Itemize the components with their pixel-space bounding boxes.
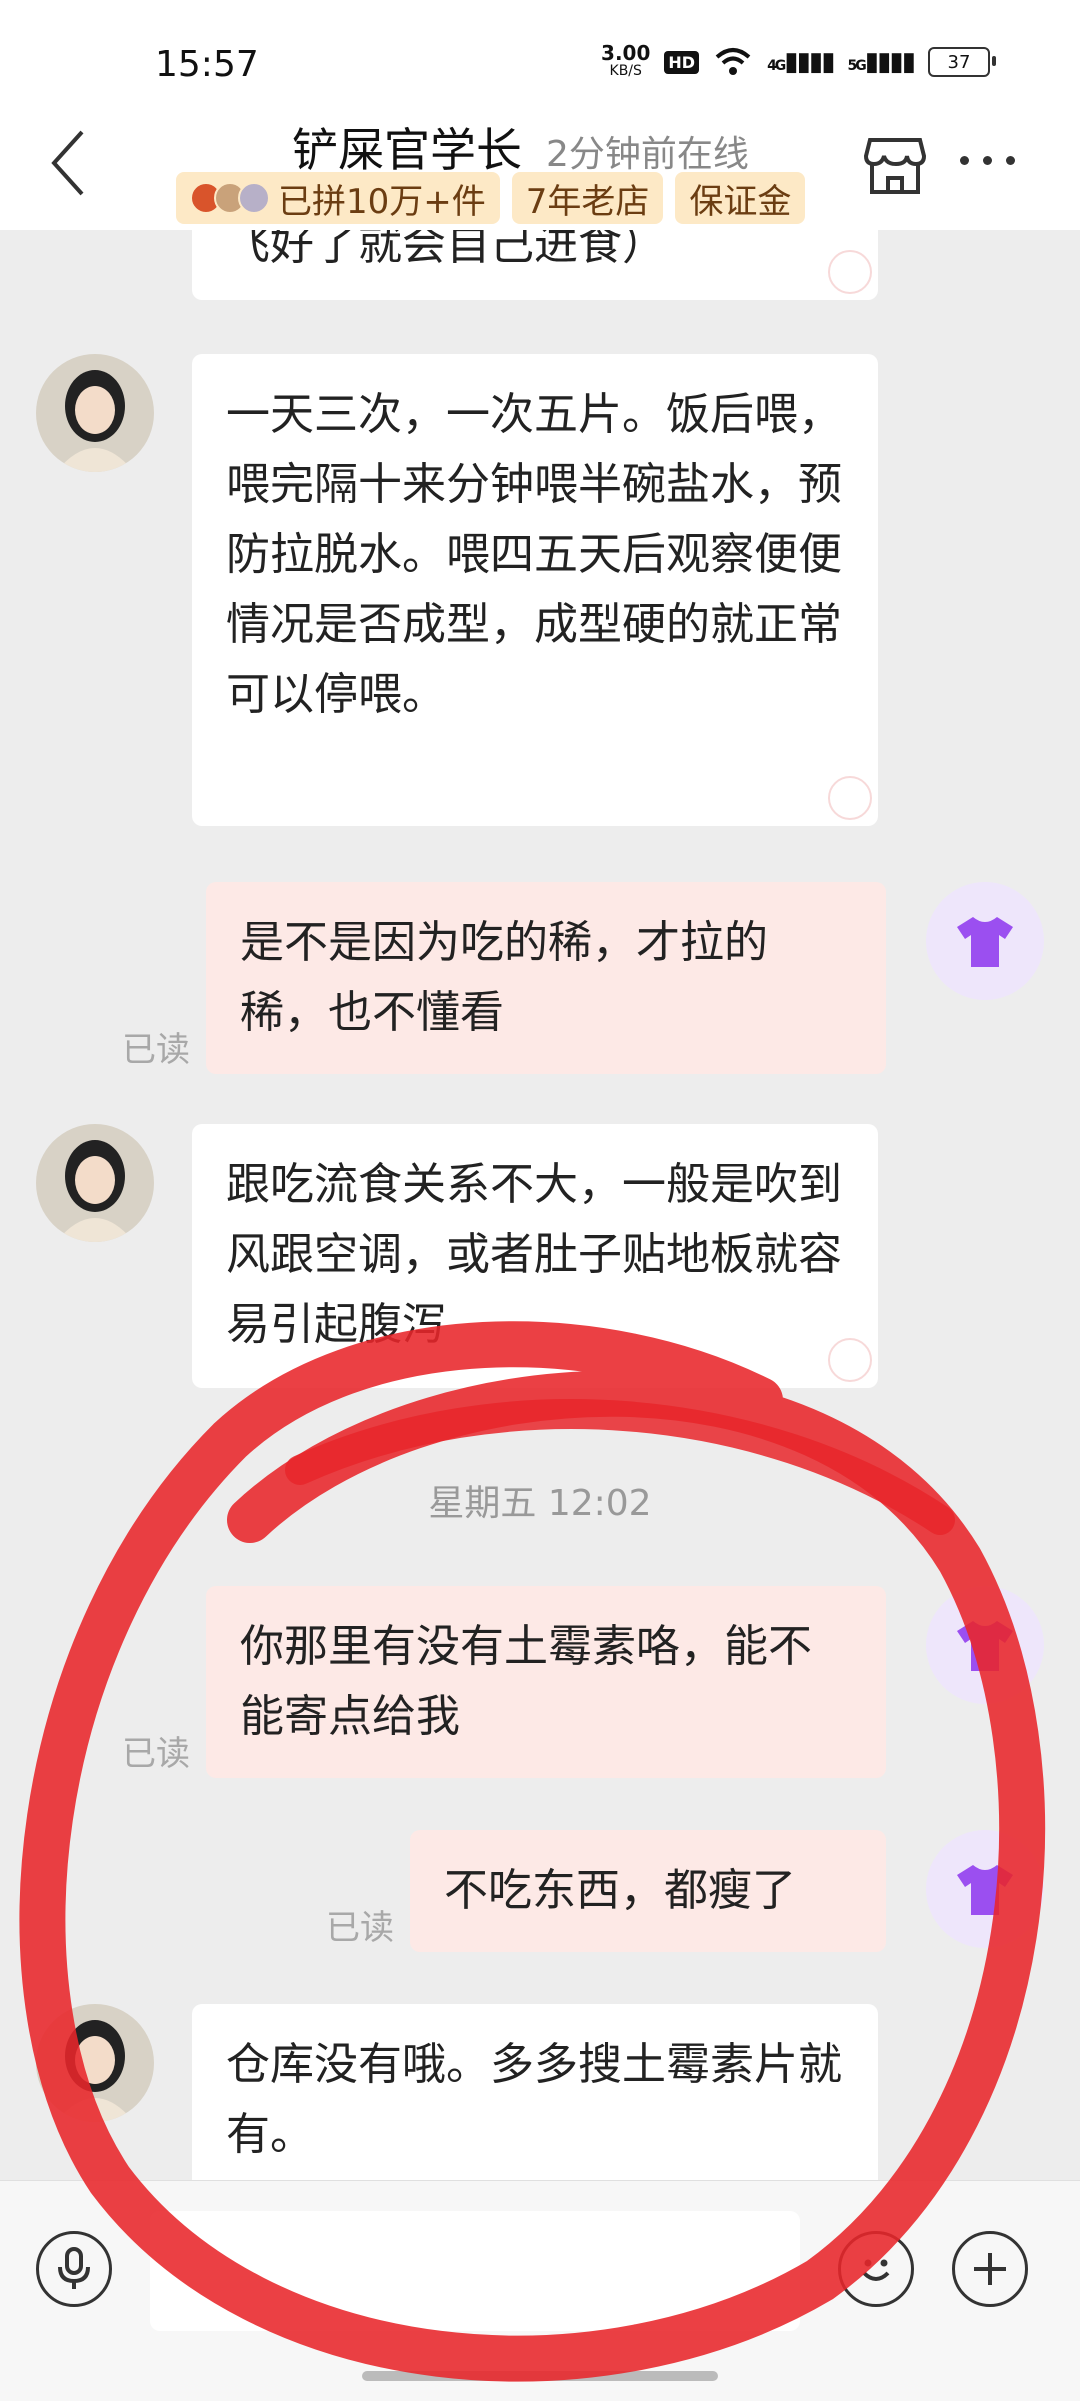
message-bubble-user[interactable]: 是不是因为吃的稀，才拉的稀，也不懂看 bbox=[206, 882, 886, 1074]
badge-deposit-label: 保证金 bbox=[689, 181, 792, 222]
message-input[interactable] bbox=[150, 2211, 800, 2331]
badge-sales-label: 已拼10万+件 bbox=[278, 181, 486, 222]
chat-area: 飞好了就会自己进食） 一天三次，一次五片。饭后喂，喂完隔十来分钟喂半碗盐水，预防… bbox=[0, 230, 1080, 2180]
chat-header: 铲屎官学长 2分钟前在线 已拼10万+件 7年老店 保证金 bbox=[0, 100, 1080, 230]
shop-badges: 已拼10万+件 7年老店 保证金 bbox=[176, 172, 806, 224]
message-bubble-seller[interactable]: 一天三次，一次五片。饭后喂，喂完隔十来分钟喂半碗盐水，预防拉脱水。喂四五天后观察… bbox=[192, 354, 878, 826]
message-text: 不吃东西，都瘦了 bbox=[444, 1865, 796, 1916]
seller-avatar[interactable] bbox=[36, 2004, 154, 2122]
read-receipt: 已读 bbox=[326, 1908, 394, 1948]
smiley-icon bbox=[862, 2259, 890, 2281]
chevron-left-icon bbox=[51, 130, 84, 196]
user-avatar[interactable] bbox=[926, 1830, 1044, 1948]
network-speed: 3.00 KB/S bbox=[601, 41, 651, 80]
more-menu-icon[interactable] bbox=[960, 156, 1015, 165]
microphone-icon bbox=[58, 2247, 90, 2289]
buyer-avatars bbox=[190, 182, 270, 214]
tshirt-icon bbox=[957, 917, 1013, 967]
badge-sales: 已拼10万+件 bbox=[176, 172, 500, 224]
message-bubble-seller[interactable]: 仓库没有哦。多多搜土霉素片就有。 bbox=[192, 2004, 878, 2180]
chat-timestamp: 星期五 12:02 bbox=[428, 1483, 652, 1524]
shop-name[interactable]: 铲屎官学长 bbox=[292, 114, 522, 180]
battery-icon: 37 bbox=[928, 47, 996, 77]
message-text: 你那里有没有土霉素咯，能不能寄点给我 bbox=[240, 1621, 812, 1742]
wifi-icon bbox=[715, 48, 751, 75]
message-text: 仓库没有哦。多多搜土霉素片就有。 bbox=[226, 2039, 842, 2160]
store-icon[interactable] bbox=[860, 130, 930, 200]
network-speed-unit: KB/S bbox=[609, 63, 642, 79]
status-time: 15:57 bbox=[155, 44, 259, 85]
signal-5g-icon: 5G▮▮▮▮ bbox=[847, 47, 916, 77]
message-text: 一天三次，一次五片。饭后喂，喂完隔十来分钟喂半碗盐水，预防拉脱水。喂四五天后观察… bbox=[226, 389, 842, 720]
read-receipt: 已读 bbox=[122, 1734, 190, 1774]
message-bubble-partial[interactable]: 飞好了就会自己进食） bbox=[192, 230, 878, 300]
plus-icon bbox=[974, 2253, 1006, 2285]
badge-deposit: 保证金 bbox=[675, 172, 806, 224]
more-actions-button[interactable] bbox=[952, 2231, 1028, 2307]
message-text: 飞好了就会自己进食） bbox=[226, 230, 666, 270]
badge-years-label: 7年老店 bbox=[525, 181, 650, 222]
message-text: 是不是因为吃的稀，才拉的稀，也不懂看 bbox=[240, 917, 768, 1038]
back-button[interactable] bbox=[38, 128, 98, 198]
tshirt-icon bbox=[957, 1865, 1013, 1915]
title-row: 铲屎官学长 2分钟前在线 bbox=[292, 114, 749, 180]
input-bar bbox=[0, 2180, 1080, 2401]
user-avatar[interactable] bbox=[926, 1586, 1044, 1704]
badge-years: 7年老店 bbox=[511, 172, 664, 224]
seller-avatar[interactable] bbox=[36, 354, 154, 472]
home-indicator[interactable] bbox=[362, 2371, 718, 2381]
message-bubble-user[interactable]: 你那里有没有土霉素咯，能不能寄点给我 bbox=[206, 1586, 886, 1778]
message-text: 跟吃流食关系不大，一般是吹到风跟空调，或者肚子贴地板就容易引起腹泻 bbox=[226, 1159, 842, 1350]
message-bubble-user[interactable]: 不吃东西，都瘦了 bbox=[410, 1830, 886, 1952]
pinduoduo-stamp-icon bbox=[828, 1338, 872, 1382]
online-status: 2分钟前在线 bbox=[546, 134, 749, 175]
seller-avatar[interactable] bbox=[36, 1124, 154, 1242]
emoji-button[interactable] bbox=[838, 2231, 914, 2307]
tshirt-icon bbox=[957, 1621, 1013, 1671]
pinduoduo-stamp-icon bbox=[828, 250, 872, 294]
voice-button[interactable] bbox=[36, 2231, 112, 2307]
read-receipt: 已读 bbox=[122, 1030, 190, 1070]
signal-4g-icon: 4G▮▮▮▮ bbox=[767, 47, 835, 77]
message-bubble-seller[interactable]: 跟吃流食关系不大，一般是吹到风跟空调，或者肚子贴地板就容易引起腹泻 bbox=[192, 1124, 878, 1388]
buyer-avatar bbox=[238, 182, 270, 214]
user-avatar[interactable] bbox=[926, 882, 1044, 1000]
hd-icon: HD bbox=[664, 50, 700, 74]
network-speed-value: 3.00 bbox=[601, 41, 651, 65]
status-icons: 3.00 KB/S HD 4G▮▮▮▮ 5G▮▮▮▮ 37 bbox=[601, 41, 996, 80]
pinduoduo-stamp-icon bbox=[828, 776, 872, 820]
